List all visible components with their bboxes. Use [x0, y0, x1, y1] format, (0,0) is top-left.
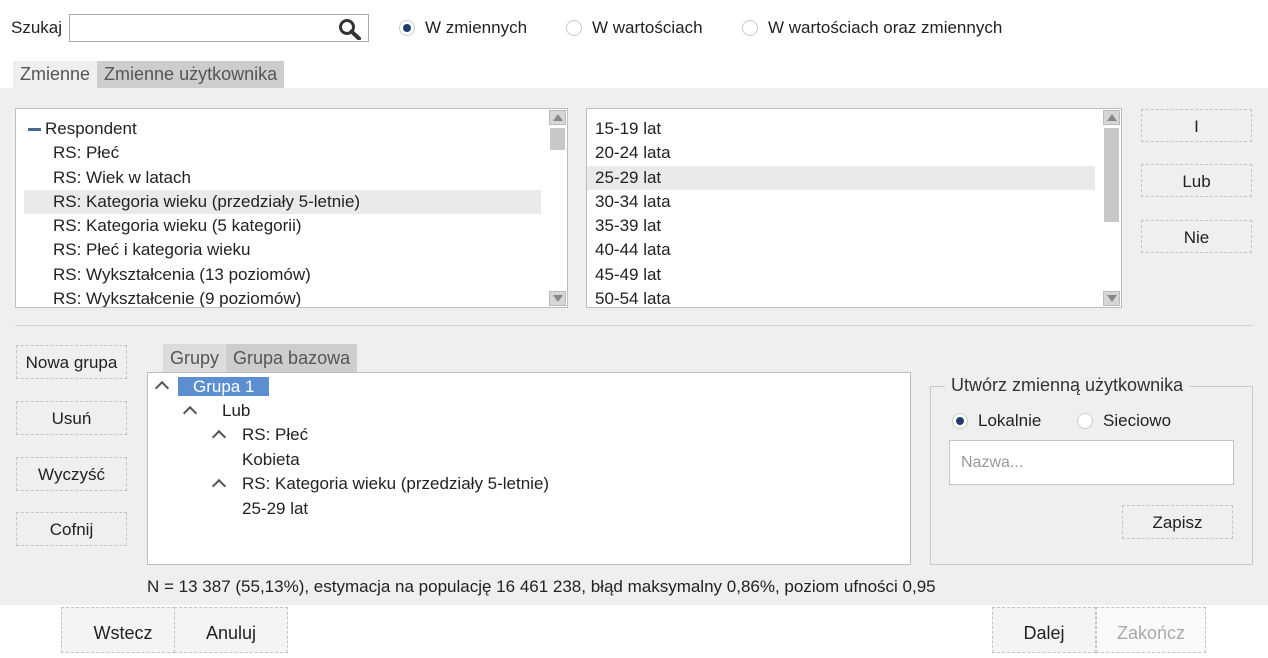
- scroll-thumb[interactable]: [1104, 128, 1119, 222]
- list-item[interactable]: RS: Wiek w latach: [24, 166, 541, 190]
- radio-icon[interactable]: [1077, 413, 1093, 429]
- tree-operator-node[interactable]: Lub: [222, 399, 250, 423]
- create-variable-title: Utwórz zmienną użytkownika: [945, 375, 1190, 396]
- scope-option-values[interactable]: W wartościach: [566, 18, 703, 38]
- scroll-up-icon[interactable]: [549, 110, 566, 125]
- list-item[interactable]: RS: Wykształcenie (9 poziomów): [24, 287, 541, 307]
- top-tabs: Zmienne Zmienne użytkownika: [13, 61, 285, 88]
- tab-user-variables[interactable]: Zmienne użytkownika: [97, 61, 285, 88]
- list-item[interactable]: RS: Płeć i kategoria wieku: [24, 238, 541, 262]
- tab-groups[interactable]: Grupy: [163, 344, 227, 372]
- next-button[interactable]: Dalej: [992, 607, 1096, 653]
- list-item-selected[interactable]: RS: Kategoria wieku (przedziały 5-letnie…: [24, 189, 541, 215]
- tree-group-node[interactable]: Grupa 1: [178, 375, 270, 399]
- undo-button[interactable]: Cofnij: [16, 512, 127, 546]
- list-item[interactable]: 35-39 lat: [587, 214, 1095, 238]
- scroll-down-icon[interactable]: [549, 291, 566, 306]
- list-item[interactable]: 45-49 lat: [587, 263, 1095, 287]
- and-button[interactable]: I: [1141, 109, 1252, 142]
- tree-condition-variable[interactable]: RS: Kategoria wieku (przedziały 5-letnie…: [242, 472, 549, 496]
- status-text: N = 13 387 (55,13%), estymacja na popula…: [147, 577, 936, 596]
- scope-option-label: W zmiennych: [425, 18, 528, 37]
- tree-condition-value[interactable]: Kobieta: [242, 448, 300, 472]
- cancel-button[interactable]: Anuluj: [174, 607, 288, 653]
- radio-selected-icon[interactable]: [399, 20, 415, 36]
- search-label: Szukaj: [11, 18, 63, 37]
- scroll-up-icon[interactable]: [1103, 110, 1120, 125]
- list-item-root[interactable]: Respondent: [24, 117, 541, 141]
- scroll-down-icon[interactable]: [1103, 291, 1120, 306]
- list-item[interactable]: 40-44 lata: [587, 238, 1095, 262]
- delete-button[interactable]: Usuń: [16, 401, 127, 435]
- search-field[interactable]: [69, 14, 369, 42]
- collapse-caret-icon[interactable]: [211, 478, 227, 494]
- not-button[interactable]: Nie: [1141, 220, 1252, 253]
- list-item[interactable]: RS: Wykształcenia (13 poziomów): [24, 263, 541, 287]
- list-item-selected[interactable]: 25-29 lat: [587, 165, 1095, 190]
- search-icon[interactable]: [338, 18, 362, 41]
- list-item[interactable]: 30-34 lata: [587, 190, 1095, 214]
- scope-option-label: W wartościach oraz zmiennych: [768, 18, 1003, 37]
- value-list-scrollbar[interactable]: [1103, 110, 1120, 306]
- name-input[interactable]: [959, 443, 1229, 483]
- divider: [15, 325, 1253, 326]
- tab-base-group[interactable]: Grupa bazowa: [226, 344, 358, 372]
- scroll-thumb[interactable]: [550, 128, 565, 150]
- back-button[interactable]: Wstecz: [61, 607, 175, 653]
- collapse-caret-icon[interactable]: [211, 429, 227, 445]
- tree-condition-variable[interactable]: RS: Płeć: [242, 423, 308, 447]
- or-button[interactable]: Lub: [1141, 164, 1252, 197]
- scope-option-values-and-variables[interactable]: W wartościach oraz zmiennych: [742, 18, 1002, 38]
- scope-local-option[interactable]: Lokalnie: [952, 411, 1041, 431]
- new-group-button[interactable]: Nowa grupa: [16, 345, 127, 379]
- variable-list-scrollbar[interactable]: [549, 110, 566, 306]
- list-item[interactable]: 20-24 lata: [587, 141, 1095, 165]
- tree-condition-value[interactable]: 25-29 lat: [242, 497, 308, 521]
- group-label: Grupa 1: [178, 377, 270, 396]
- value-list[interactable]: 15-19 lat 20-24 lata 25-29 lat 30-34 lat…: [586, 108, 1122, 308]
- name-field[interactable]: [949, 440, 1234, 485]
- list-item[interactable]: 15-19 lat: [587, 117, 1095, 141]
- group-tree[interactable]: Grupa 1 Lub RS: Płeć Kobieta RS: Kategor…: [147, 372, 911, 565]
- variable-list[interactable]: Respondent RS: Płeć RS: Wiek w latach RS…: [15, 108, 568, 308]
- collapse-caret-icon[interactable]: [154, 380, 170, 396]
- radio-icon[interactable]: [566, 20, 582, 36]
- clear-button[interactable]: Wyczyść: [16, 457, 127, 491]
- collapse-icon[interactable]: [28, 128, 41, 131]
- list-item[interactable]: RS: Kategoria wieku (5 kategorii): [24, 214, 541, 238]
- finish-button[interactable]: Zakończ: [1096, 607, 1206, 653]
- radio-icon[interactable]: [742, 20, 758, 36]
- list-item[interactable]: RS: Płeć: [24, 141, 541, 165]
- radio-selected-icon[interactable]: [952, 413, 968, 429]
- scope-option-label: Sieciowo: [1103, 411, 1172, 430]
- scope-option-label: Lokalnie: [978, 411, 1042, 430]
- search-input[interactable]: [74, 15, 334, 41]
- list-item-label: Respondent: [45, 119, 137, 138]
- list-item[interactable]: 50-54 lata: [587, 287, 1095, 307]
- collapse-caret-icon[interactable]: [182, 405, 198, 421]
- tab-variables[interactable]: Zmienne: [13, 61, 98, 88]
- scope-network-option[interactable]: Sieciowo: [1077, 411, 1171, 431]
- group-tabs: Grupy Grupa bazowa: [163, 344, 358, 372]
- save-button[interactable]: Zapisz: [1122, 505, 1233, 539]
- scope-option-variables[interactable]: W zmiennych: [399, 18, 527, 38]
- scope-option-label: W wartościach: [592, 18, 703, 37]
